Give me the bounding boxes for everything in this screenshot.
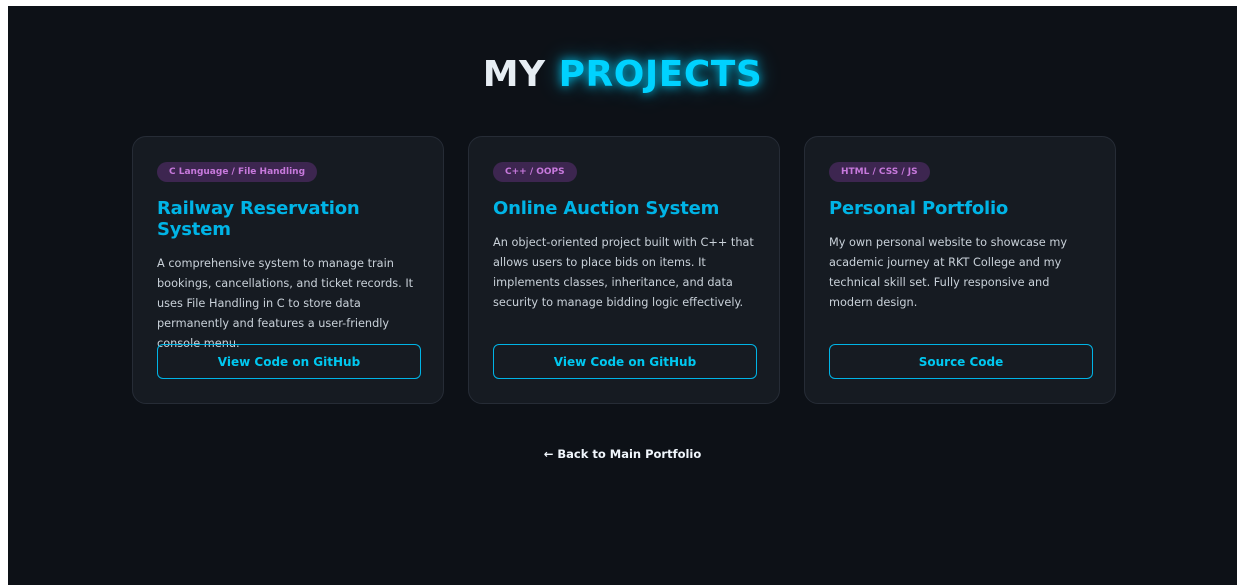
project-description: A comprehensive system to manage train b… bbox=[157, 257, 414, 350]
project-card-railway: C Language / File Handling Railway Reser… bbox=[132, 136, 444, 404]
project-description: An object-oriented project built with C+… bbox=[493, 236, 754, 309]
tech-badge: C Language / File Handling bbox=[157, 162, 318, 182]
project-description: My own personal website to showcase my a… bbox=[829, 236, 1068, 309]
project-card-auction: C++ / OOPS Online Auction System An obje… bbox=[468, 136, 780, 404]
page-viewport: MY PROJECTS C Language / File Handling R… bbox=[8, 6, 1237, 585]
tech-badge: HTML / CSS / JS bbox=[829, 162, 930, 182]
view-code-button[interactable]: View Code on GitHub bbox=[493, 344, 757, 379]
project-title: Online Auction System bbox=[493, 198, 720, 219]
back-to-main-portfolio-link[interactable]: ← Back to Main Portfolio bbox=[8, 447, 1237, 461]
project-title: Railway Reservation System bbox=[157, 198, 360, 240]
view-code-button[interactable]: View Code on GitHub bbox=[157, 344, 421, 379]
project-card-portfolio: HTML / CSS / JS Personal Portfolio My ow… bbox=[804, 136, 1116, 404]
tech-badge: C++ / OOPS bbox=[493, 162, 577, 182]
project-cards: C Language / File Handling Railway Reser… bbox=[132, 136, 1116, 404]
page-title-prefix: MY bbox=[482, 54, 546, 95]
page-title: MY PROJECTS bbox=[8, 54, 1237, 95]
page-title-accent: PROJECTS bbox=[558, 54, 763, 95]
project-title: Personal Portfolio bbox=[829, 198, 1009, 219]
source-code-button[interactable]: Source Code bbox=[829, 344, 1093, 379]
